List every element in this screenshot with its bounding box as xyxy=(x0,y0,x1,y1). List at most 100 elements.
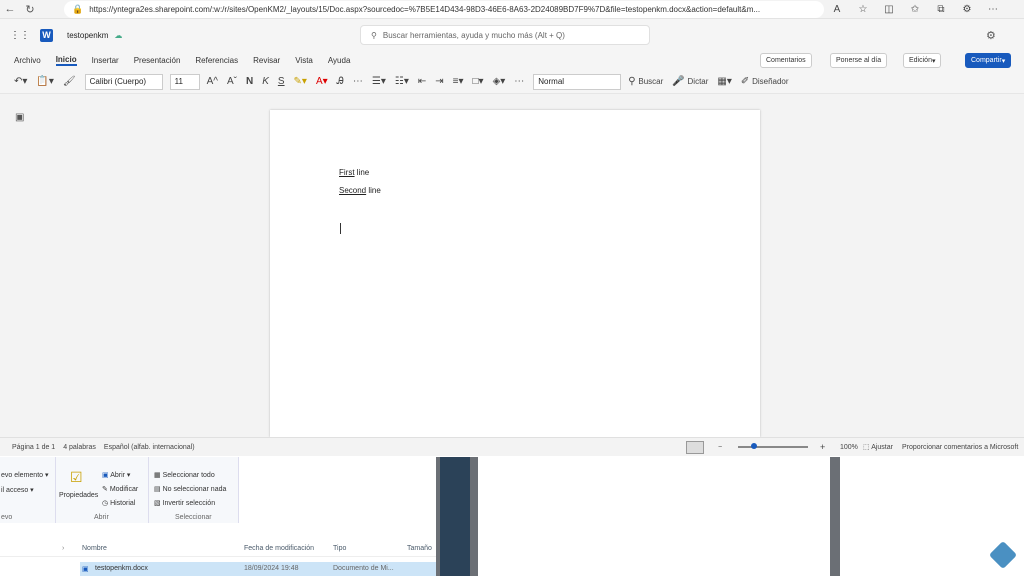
second-document-page xyxy=(478,457,830,576)
style-select[interactable]: Normal xyxy=(533,73,622,90)
back-icon[interactable]: ← xyxy=(0,3,20,15)
bold-icon[interactable]: N xyxy=(246,76,253,87)
find-label: Buscar xyxy=(638,77,664,86)
history-label: Historial xyxy=(110,500,136,507)
format-painter-icon[interactable]: 🖌 xyxy=(63,76,76,87)
fit-button[interactable]: ⬚ Ajustar xyxy=(863,443,893,451)
tab-referencias[interactable]: Referencias xyxy=(195,56,238,65)
clear-format-icon[interactable]: Ꭿ xyxy=(337,76,344,87)
sync-status-icon[interactable]: ☁ xyxy=(114,31,122,40)
strikethrough-icon[interactable]: S xyxy=(278,76,285,87)
docx-file-icon: ▣ xyxy=(82,566,89,573)
modify-label: Modificar xyxy=(109,486,139,493)
background-windows: evo elemento ▾ il acceso ▾ evo ☑ Propied… xyxy=(0,457,1024,576)
properties-button[interactable]: Propiedades xyxy=(59,492,98,499)
font-family-select[interactable]: Calibri (Cuerpo) xyxy=(84,73,163,90)
second-word: Second xyxy=(339,186,367,195)
shading-icon[interactable]: ◈▾ xyxy=(493,76,506,87)
borders-icon[interactable]: □▾ xyxy=(473,76,484,87)
decrease-indent-icon[interactable]: ⇤ xyxy=(418,76,426,87)
tab-ayuda[interactable]: Ayuda xyxy=(328,56,351,65)
column-date[interactable]: Fecha de modificación xyxy=(244,545,314,552)
open-button[interactable]: ▣ Abrir ▾ xyxy=(102,471,130,479)
numbering-icon[interactable]: ☷▾ xyxy=(395,76,409,87)
feedback-link[interactable]: Proporcionar comentarios a Microsoft xyxy=(902,444,1018,451)
file-row-name: testopenkm.docx xyxy=(95,565,148,572)
font-size-select[interactable]: 11 xyxy=(169,73,200,90)
more-format-icon[interactable]: ⋯ xyxy=(353,76,363,87)
font-color-icon[interactable]: A▾ xyxy=(316,76,328,87)
open-label: Abrir ▾ xyxy=(110,472,131,479)
tab-vista[interactable]: Vista xyxy=(295,56,313,65)
highlight-icon[interactable]: ✎▾ xyxy=(294,76,307,87)
search-box[interactable]: ⚲ Buscar herramientas, ayuda y mucho más … xyxy=(360,25,650,45)
url-field[interactable]: 🔒 https://yntegra2es.sharepoint.com/:w:/r… xyxy=(64,0,824,18)
undo-icon[interactable]: ↶▾ xyxy=(14,76,27,87)
document-page[interactable]: First line Second line xyxy=(270,110,760,437)
grow-font-icon[interactable]: A^ xyxy=(207,76,218,87)
addins-icon[interactable]: ▦▾ xyxy=(717,76,731,87)
zoom-in-icon[interactable]: + xyxy=(820,442,825,452)
extensions-icon[interactable]: ⚙ xyxy=(954,4,980,15)
designer-label: Diseñador xyxy=(752,77,789,86)
file-row-type: Documento de Mi... xyxy=(333,565,394,572)
shrink-font-icon[interactable]: Aˇ xyxy=(227,76,237,87)
language[interactable]: Español (alfab. internacional) xyxy=(104,444,195,451)
app-launcher-icon[interactable]: ⋮⋮ xyxy=(10,30,30,41)
favorites-icon[interactable]: ✩ xyxy=(902,4,928,15)
zoom-slider[interactable] xyxy=(738,446,808,448)
align-icon[interactable]: ≡▾ xyxy=(453,76,464,87)
history-button[interactable]: ◷ Historial xyxy=(102,499,135,507)
tab-inicio[interactable]: Inicio xyxy=(55,55,77,66)
invert-selection-button[interactable]: ▧ Invertir selección xyxy=(154,499,215,507)
split-icon[interactable]: ◫ xyxy=(876,4,902,15)
status-bar: Página 1 de 1 4 palabras Español (alfab.… xyxy=(0,437,1024,456)
refresh-icon[interactable]: ↻ xyxy=(20,3,40,16)
more-paragraph-icon[interactable]: ⋯ xyxy=(514,76,524,87)
word-logo-icon: W xyxy=(40,28,53,42)
catch-up-button[interactable]: Ponerse al día xyxy=(830,53,888,68)
editing-mode-button[interactable]: Edición ▾ xyxy=(903,53,942,68)
more-icon[interactable]: ⋯ xyxy=(980,4,1006,15)
zoom-out-icon[interactable]: − xyxy=(718,444,722,451)
zoom-thumb[interactable] xyxy=(751,443,757,449)
column-size[interactable]: Tamaño xyxy=(407,545,432,552)
search-icon: ⚲ xyxy=(371,30,377,40)
find-button[interactable]: ⚲ Buscar xyxy=(628,76,663,87)
paste-icon[interactable]: 📋▾ xyxy=(36,76,53,87)
bullets-icon[interactable]: ☰▾ xyxy=(372,76,386,87)
tab-archivo[interactable]: Archivo xyxy=(14,56,41,65)
modify-button[interactable]: ✎ Modificar xyxy=(102,485,138,493)
select-all-button[interactable]: ▦ Seleccionar todo xyxy=(154,471,215,479)
tab-revisar[interactable]: Revisar xyxy=(253,56,280,65)
easy-access-button[interactable]: il acceso ▾ xyxy=(1,486,34,494)
favorite-star-icon[interactable]: ☆ xyxy=(850,4,876,15)
select-group-label: Seleccionar xyxy=(175,514,212,521)
column-name[interactable]: Nombre xyxy=(82,545,107,552)
dictate-button[interactable]: 🎤 Dictar xyxy=(672,76,708,87)
designer-button[interactable]: ✐ Diseñador xyxy=(741,76,789,87)
open-group: ☑ Propiedades ▣ Abrir ▾ ✎ Modificar ◷ Hi… xyxy=(56,457,149,523)
comments-button[interactable]: Comentarios xyxy=(760,53,812,68)
new-item-button[interactable]: evo elemento ▾ xyxy=(1,471,49,479)
line-1: First line xyxy=(339,168,369,177)
view-mode-icon[interactable] xyxy=(686,440,704,454)
collections-icon[interactable]: ⧉ xyxy=(928,4,954,15)
share-button[interactable]: Compartir ▾ xyxy=(965,53,1012,68)
settings-icon[interactable]: ⚙ xyxy=(986,29,996,42)
navigation-pane-icon[interactable]: ▣ xyxy=(15,112,24,123)
select-none-button[interactable]: ▤ No seleccionar nada xyxy=(154,485,226,493)
file-row[interactable]: ▣ testopenkm.docx 18/09/2024 19:48 Docum… xyxy=(80,562,436,576)
search-placeholder: Buscar herramientas, ayuda y mucho más (… xyxy=(382,30,565,40)
increase-indent-icon[interactable]: ⇥ xyxy=(435,76,443,87)
read-aloud-icon[interactable]: A xyxy=(824,4,850,15)
zoom-level[interactable]: 100% xyxy=(840,444,858,451)
dictate-label: Dictar xyxy=(687,77,709,86)
column-type[interactable]: Tipo xyxy=(333,545,346,552)
tab-presentacion[interactable]: Presentación xyxy=(134,56,181,65)
file-name[interactable]: testopenkm xyxy=(67,31,108,40)
tab-insertar[interactable]: Insertar xyxy=(92,56,119,65)
new-group: evo elemento ▾ il acceso ▾ evo xyxy=(0,457,56,523)
nav-collapse-icon[interactable]: › xyxy=(62,545,64,552)
italic-icon[interactable]: K xyxy=(262,76,269,87)
